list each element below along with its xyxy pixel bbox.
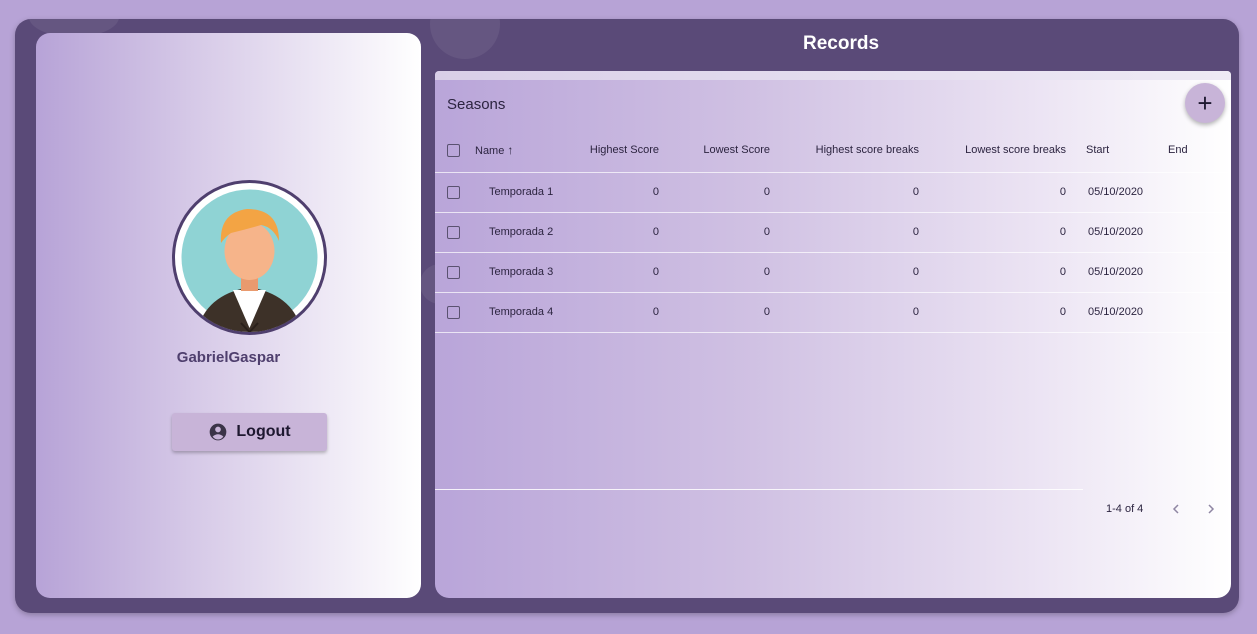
select-all-checkbox[interactable] [447,143,460,157]
cell-name: Temporada 2 [489,226,554,238]
prev-page-button[interactable] [1164,497,1188,521]
cell-lowest-breaks: 0 [1059,306,1066,318]
username: GabrielGaspar [176,349,281,366]
table-row[interactable]: Temporada 2 0 0 0 0 05/10/2020 [435,212,1231,252]
column-header-end[interactable]: End [1156,129,1231,172]
pagination-range: 1-4 of 4 [1106,503,1144,515]
cell-lowest-score: 0 [763,186,770,198]
table-row[interactable]: Temporada 3 0 0 0 0 05/10/2020 [435,252,1231,292]
column-header-lowest-score[interactable]: Lowest Score [665,129,776,172]
column-header-name[interactable]: Name ↑ [475,129,565,172]
cell-highest-breaks: 0 [912,186,919,198]
cell-highest-score: 0 [652,226,659,238]
row-select-cell [435,212,475,252]
cell-end [1156,172,1231,212]
row-checkbox[interactable] [447,185,460,199]
cell-start: 05/10/2020 [1088,186,1144,198]
logout-label: Logout [236,423,291,440]
table-row[interactable]: Temporada 4 0 0 0 0 05/10/2020 [435,292,1231,332]
column-header-highest-breaks[interactable]: Highest score breaks [776,129,925,172]
next-page-button[interactable] [1199,497,1223,521]
card-topbar [435,71,1231,80]
app-frame: GabrielGaspar Logout Records Seasons + N… [15,19,1239,613]
column-header-name-label: Name [475,145,505,158]
logout-button[interactable]: Logout [172,413,327,451]
row-select-cell [435,292,475,332]
cell-highest-breaks: 0 [912,306,919,318]
cell-start: 05/10/2020 [1088,266,1144,278]
arrow-up-icon: ↑ [507,143,514,158]
cell-name: Temporada 4 [489,306,554,318]
page-title: Records [802,33,880,54]
cell-lowest-breaks: 0 [1059,266,1066,278]
cell-highest-score: 0 [652,186,659,198]
row-select-cell [435,172,475,212]
add-season-button[interactable]: + [1185,83,1225,123]
cell-highest-breaks: 0 [912,266,919,278]
cell-lowest-score: 0 [763,226,770,238]
account-circle-icon [210,423,227,441]
avatar [172,180,327,335]
cell-lowest-breaks: 0 [1059,186,1066,198]
seasons-table: Name ↑ Highest Score Lowest Score Highest… [435,129,1231,333]
column-header-start[interactable]: Start [1072,129,1156,172]
cell-end [1156,252,1231,292]
row-checkbox[interactable] [447,265,460,279]
row-checkbox[interactable] [447,305,460,319]
cell-lowest-score: 0 [763,266,770,278]
cell-lowest-breaks: 0 [1059,226,1066,238]
plus-icon: + [1197,88,1213,118]
cell-highest-breaks: 0 [912,226,919,238]
cell-name: Temporada 1 [489,186,554,198]
user-avatar-icon [181,189,318,332]
cell-lowest-score: 0 [763,306,770,318]
table-title: Seasons [447,96,506,113]
cell-start: 05/10/2020 [1088,306,1144,318]
chevron-left-icon [1172,504,1179,514]
row-select-cell [435,252,475,292]
column-header-lowest-breaks[interactable]: Lowest score breaks [925,129,1072,172]
cell-highest-score: 0 [652,266,659,278]
seasons-table-card: Seasons + Name ↑ Highest Score Lowest Sco… [435,71,1231,598]
profile-card: GabrielGaspar Logout [36,33,421,598]
cell-end [1156,212,1231,252]
row-checkbox[interactable] [447,225,460,239]
cell-start: 05/10/2020 [1088,226,1144,238]
table-row[interactable]: Temporada 1 0 0 0 0 05/10/2020 [435,172,1231,212]
footer-divider [435,489,1083,490]
cell-end [1156,292,1231,332]
table-header-row: Name ↑ Highest Score Lowest Score Highest… [435,129,1231,172]
cell-name: Temporada 3 [489,266,554,278]
cell-highest-score: 0 [652,306,659,318]
column-header-highest-score[interactable]: Highest Score [565,129,665,172]
chevron-right-icon [1208,504,1215,514]
select-all-cell [435,129,475,172]
